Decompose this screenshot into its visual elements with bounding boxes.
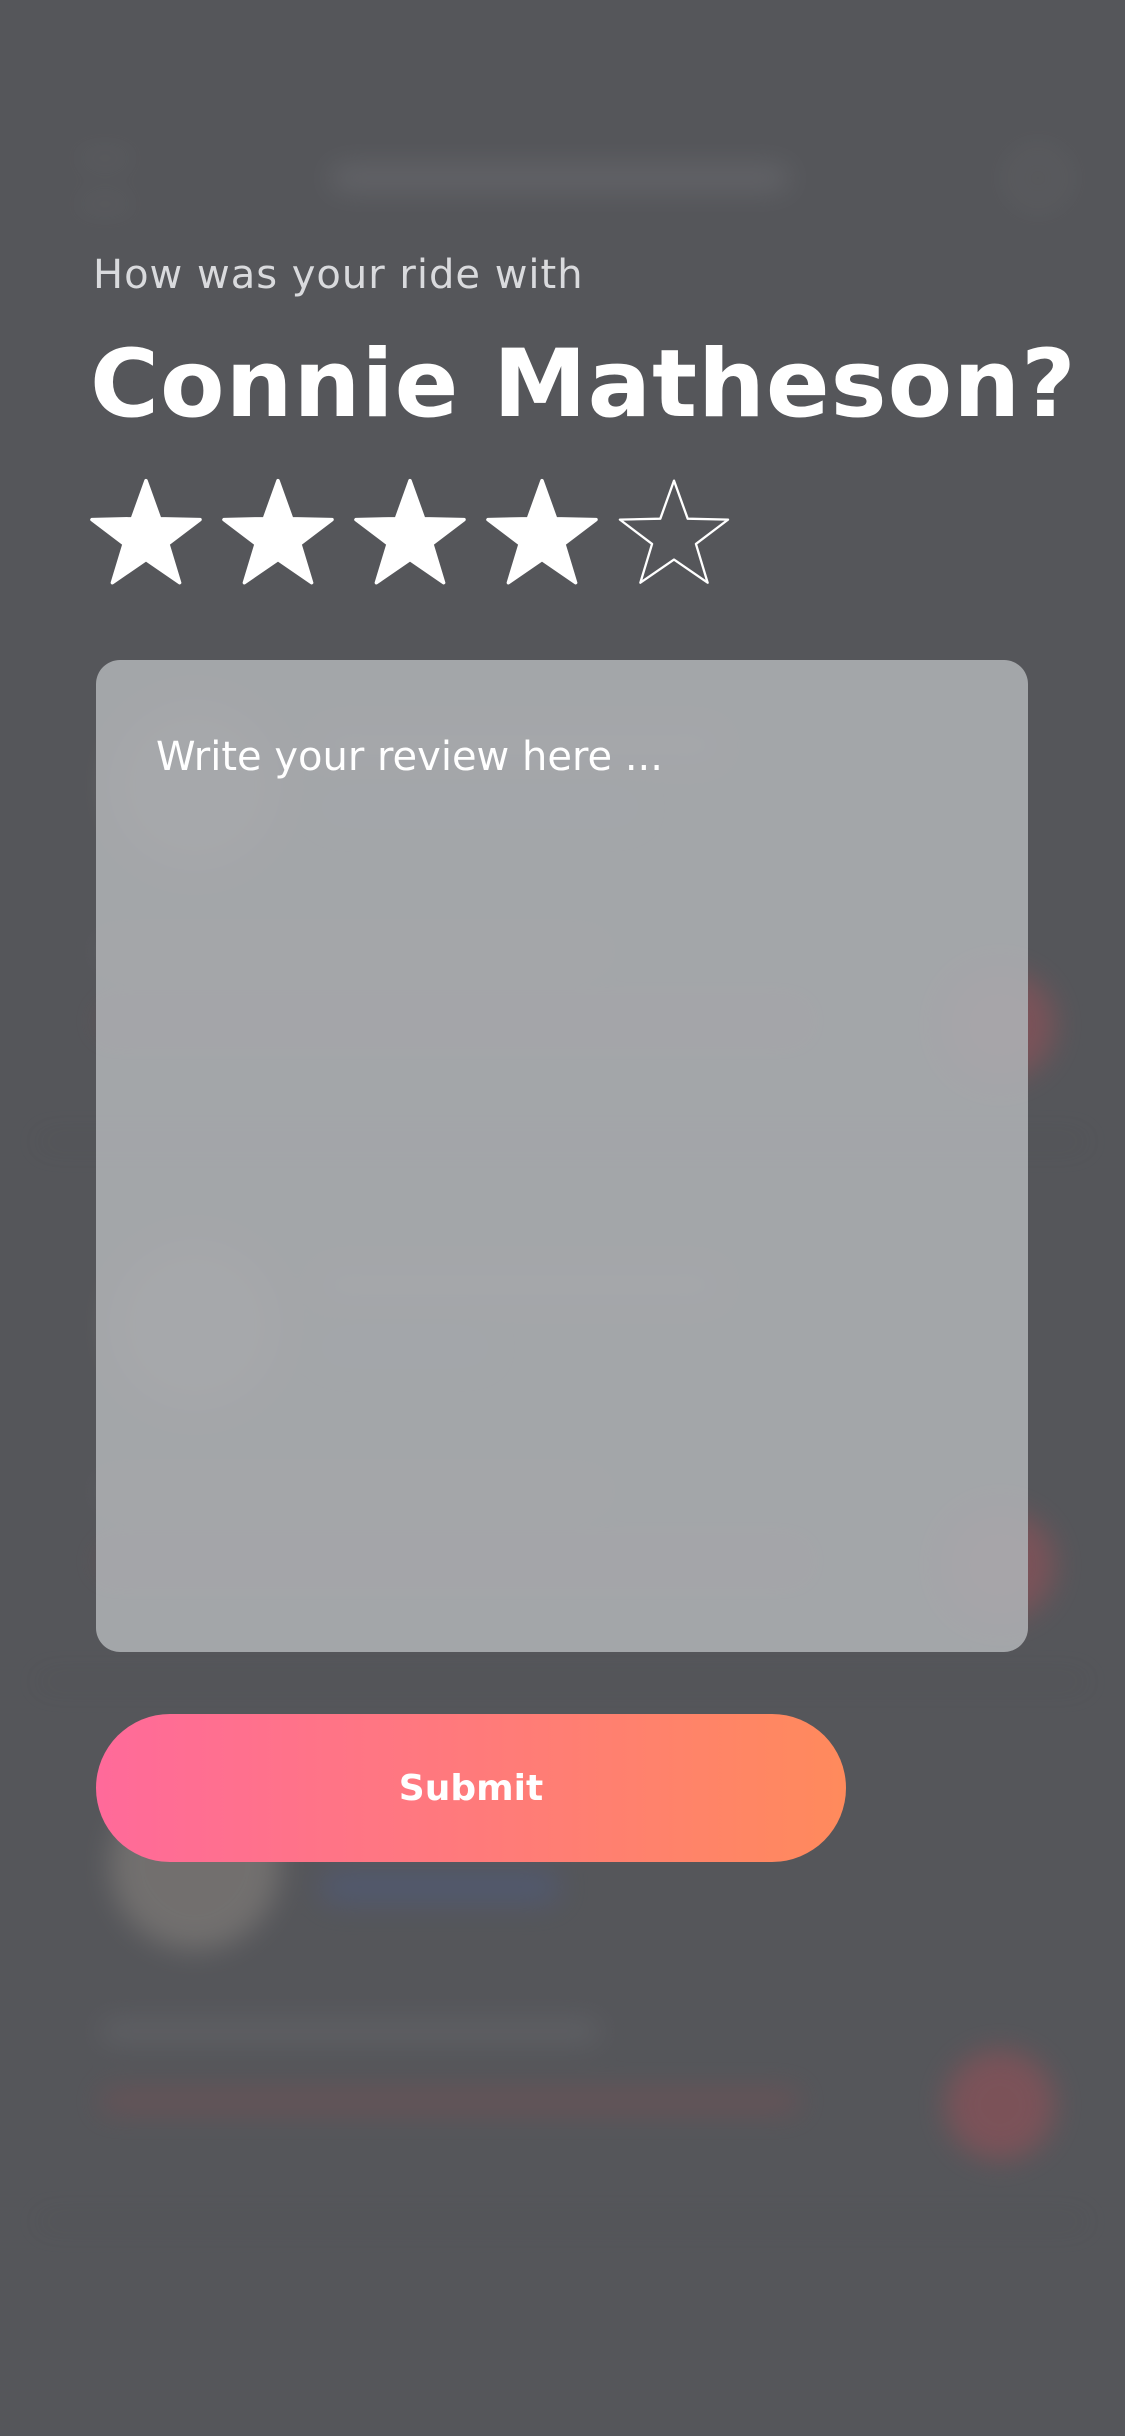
submit-button[interactable]: Submit xyxy=(96,1714,846,1862)
star-1[interactable] xyxy=(88,476,204,592)
driver-name: Connie Matheson? xyxy=(90,330,1077,439)
star-5[interactable] xyxy=(616,476,732,592)
star-filled-icon xyxy=(90,478,202,585)
star-filled-icon xyxy=(354,478,466,585)
review-input[interactable] xyxy=(96,660,1028,1652)
star-4[interactable] xyxy=(484,476,600,592)
star-2[interactable] xyxy=(220,476,336,592)
star-outline-icon xyxy=(618,479,730,584)
rating-sheet: How was your ride with Connie Matheson? … xyxy=(0,0,1125,2436)
star-filled-icon xyxy=(486,478,598,585)
star-3[interactable] xyxy=(352,476,468,592)
star-filled-icon xyxy=(222,478,334,585)
star-rating xyxy=(88,476,732,592)
rating-prompt: How was your ride with xyxy=(93,252,584,298)
